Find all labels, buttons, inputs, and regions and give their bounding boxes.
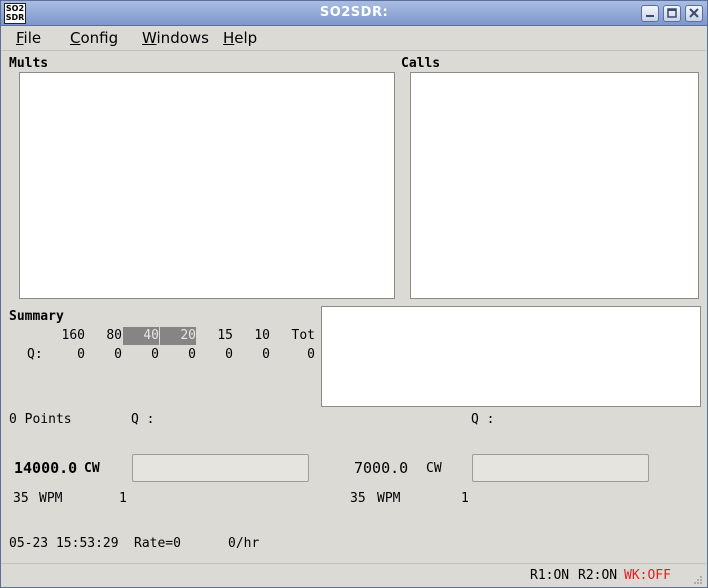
info-box[interactable] [321,306,701,407]
radio1-q-label: Q : [131,412,155,427]
menu-windows-rest: indows [156,29,209,47]
q-value-80: 0 [114,347,122,362]
radio2-mode: CW [426,461,442,476]
radio1-mode: CW [84,461,100,476]
mults-label: Mults [9,56,49,71]
menu-file-rest: ile [23,29,42,47]
menu-file-mnemonic: F [16,29,24,47]
radio1-entry-field[interactable] [132,454,309,482]
close-button[interactable] [685,5,703,22]
menu-windows-mnemonic: W [142,29,157,47]
band-header-20: 20 [160,327,196,345]
maximize-icon [667,8,677,18]
r1-status: R1:ON [530,568,570,583]
q-value-40: 0 [151,347,159,362]
radio2-wpm-label: WPM [377,491,401,506]
menu-file[interactable]: File [16,29,41,47]
band-header-80: 80 [106,328,122,343]
radio2-q-label: Q : [471,412,495,427]
mults-list[interactable] [19,72,395,299]
menu-help[interactable]: Help [223,29,257,47]
radio1-wpm-label: WPM [39,491,63,506]
radio1-freq: 14000.0 [14,459,78,477]
minimize-button[interactable] [641,5,659,22]
resize-grip-icon[interactable] [693,575,703,585]
r2-status: R2:ON [578,568,618,583]
menu-bar: File Config Windows Help [1,26,707,51]
band-header-40: 40 [123,327,159,345]
band-header-tot: Tot [291,328,315,343]
menu-help-mnemonic: H [223,29,235,47]
window-title: SO2SDR: [319,5,389,20]
band-header-10: 10 [254,328,270,343]
q-row-label: Q: [27,347,43,362]
q-value-160: 0 [77,347,85,362]
calls-label: Calls [401,56,441,71]
status-bar: R1:ON R2:ON WK:OFF [1,563,707,587]
maximize-button[interactable] [663,5,681,22]
main-window: SO2 SDR SO2SDR: File Config Windows Help… [0,0,708,588]
q-value-20: 0 [188,347,196,362]
datetime-text: 05-23 15:53:29 [9,536,119,551]
q-value-tot: 0 [307,347,315,362]
wk-status: WK:OFF [624,568,671,583]
menu-config-mnemonic: C [70,29,81,47]
rate-text: Rate=0 [134,536,181,551]
summary-label: Summary [9,309,64,324]
radio2-freq: 7000.0 [354,459,409,477]
calls-list[interactable] [410,72,699,299]
menu-windows[interactable]: Windows [142,29,209,47]
menu-config-rest: onfig [80,29,119,47]
q-value-10: 0 [262,347,270,362]
band-header-160: 160 [61,328,85,343]
points-text: 0 Points [9,412,72,427]
close-icon [689,8,699,18]
radio1-wpm-value: 35 [13,491,29,506]
radio1-count: 1 [119,491,127,506]
minimize-icon [646,15,654,17]
menu-config[interactable]: Config [70,29,118,47]
radio2-entry-field[interactable] [472,454,649,482]
per-hour-text: 0/hr [228,536,260,551]
menu-help-rest: elp [234,29,258,47]
q-value-15: 0 [225,347,233,362]
radio2-wpm-value: 35 [350,491,366,506]
band-header-15: 15 [217,328,233,343]
title-bar[interactable]: SO2 SDR SO2SDR: [1,1,707,26]
radio2-count: 1 [461,491,469,506]
